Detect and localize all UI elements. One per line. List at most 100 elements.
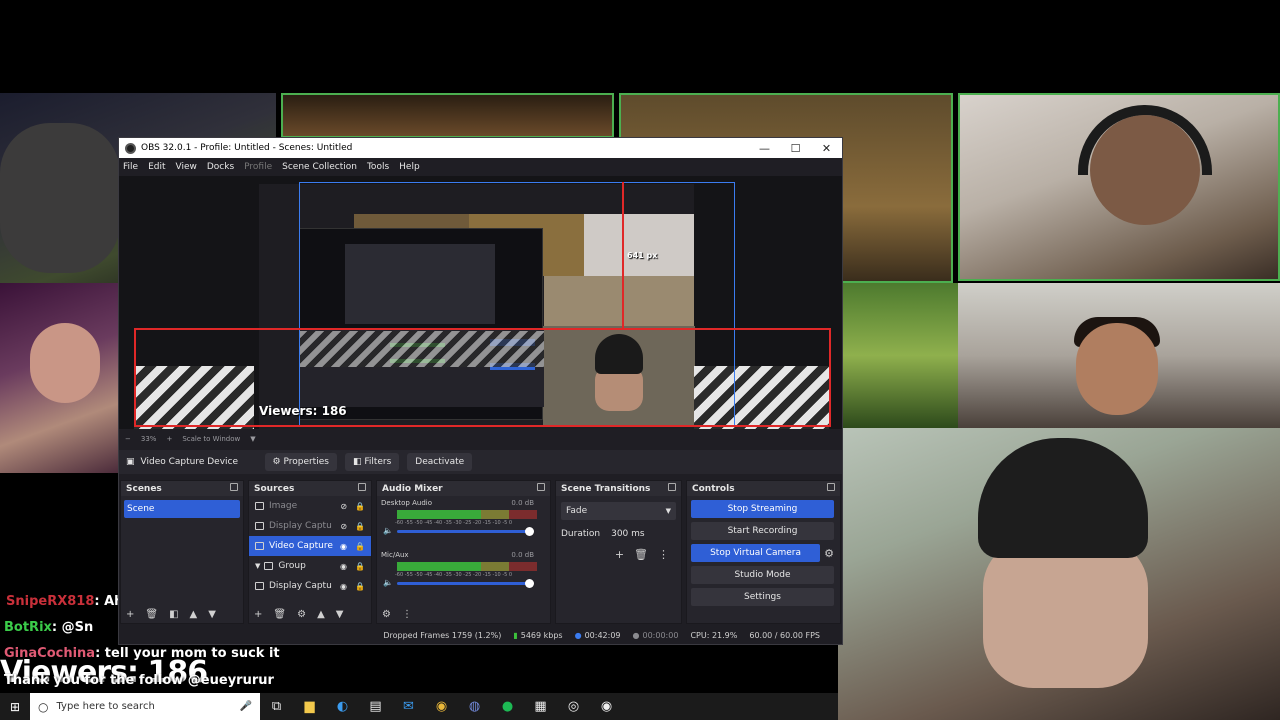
more-icon[interactable]: ⋮ bbox=[402, 609, 412, 620]
chevron-down-icon[interactable]: ▼ bbox=[250, 435, 255, 443]
lock-icon[interactable]: 🔒 bbox=[355, 502, 365, 511]
store-icon[interactable]: ▤ bbox=[359, 699, 392, 714]
filter-icon: ◧ bbox=[352, 457, 365, 467]
gear-icon[interactable]: ⚙ bbox=[382, 609, 391, 620]
lock-icon[interactable]: 🔒 bbox=[355, 582, 365, 591]
trash-icon[interactable]: 🗑 bbox=[273, 609, 286, 620]
speaker-icon[interactable]: 🔈 bbox=[383, 578, 393, 587]
gear-icon[interactable]: ⚙ bbox=[824, 547, 834, 560]
transition-select[interactable]: Fade ▼ bbox=[561, 502, 676, 520]
eye-hidden-icon[interactable]: ⊘ bbox=[340, 522, 347, 531]
source-row-selected[interactable]: Video Capture ◉ 🔒 bbox=[249, 536, 371, 556]
source-row[interactable]: Display Captu ⊘ 🔒 bbox=[249, 516, 371, 536]
menu-docks[interactable]: Docks bbox=[207, 162, 234, 172]
lock-icon[interactable]: 🔒 bbox=[355, 522, 365, 531]
settings-button[interactable]: Settings bbox=[691, 588, 834, 606]
dock-menu-icon[interactable] bbox=[230, 483, 238, 491]
person-silhouette bbox=[30, 323, 100, 403]
eye-icon[interactable]: ◉ bbox=[340, 542, 347, 551]
trash-icon[interactable]: 🗑 bbox=[145, 609, 158, 620]
up-icon[interactable]: ▲ bbox=[190, 609, 198, 620]
app-icon[interactable]: ◉ bbox=[590, 699, 623, 714]
eye-icon[interactable]: ◉ bbox=[340, 582, 347, 591]
lock-icon[interactable]: 🔒 bbox=[355, 562, 365, 571]
add-icon[interactable]: + bbox=[126, 609, 134, 620]
filter-icon[interactable]: ◧ bbox=[169, 609, 178, 620]
filters-button[interactable]: ◧ Filters bbox=[344, 453, 400, 471]
gear-icon[interactable]: ⚙ bbox=[297, 609, 306, 620]
dock-header: Scenes bbox=[121, 481, 243, 496]
down-icon[interactable]: ▼ bbox=[208, 609, 216, 620]
title-bar[interactable]: OBS 32.0.1 - Profile: Untitled - Scenes:… bbox=[119, 138, 842, 158]
maximize-button[interactable]: ☐ bbox=[780, 142, 811, 155]
taskbar-search[interactable]: ○ Type here to search 🎤 bbox=[30, 693, 260, 720]
menu-view[interactable]: View bbox=[176, 162, 197, 172]
source-row[interactable]: ▼ Group ◉ 🔒 bbox=[249, 556, 371, 576]
dock-menu-icon[interactable] bbox=[668, 483, 676, 491]
mail-icon[interactable]: ✉ bbox=[392, 699, 425, 714]
properties-button[interactable]: ⚙ Properties bbox=[264, 453, 337, 471]
dock-menu-icon[interactable] bbox=[537, 483, 545, 491]
dock-menu-icon[interactable] bbox=[358, 483, 366, 491]
close-button[interactable]: ✕ bbox=[811, 142, 842, 155]
trash-icon[interactable]: 🗑 bbox=[634, 548, 648, 561]
slider-handle[interactable] bbox=[525, 527, 534, 536]
menu-tools[interactable]: Tools bbox=[367, 162, 389, 172]
obs-icon[interactable]: ◎ bbox=[557, 699, 590, 714]
channel-db: 0.0 dB bbox=[511, 499, 534, 507]
spotify-icon[interactable]: ● bbox=[491, 699, 524, 714]
chevron-down-icon[interactable]: ▼ bbox=[255, 562, 260, 570]
obs-window[interactable]: OBS 32.0.1 - Profile: Untitled - Scenes:… bbox=[118, 137, 843, 645]
source-row[interactable]: Display Captu ◉ 🔒 bbox=[249, 576, 371, 596]
menu-help[interactable]: Help bbox=[399, 162, 420, 172]
edge-icon[interactable]: ◐ bbox=[326, 699, 359, 714]
transition-tools: + 🗑 ⋮ bbox=[556, 548, 681, 561]
down-icon[interactable]: ▼ bbox=[336, 609, 344, 620]
menu-edit[interactable]: Edit bbox=[148, 162, 165, 172]
menu-scene-collection[interactable]: Scene Collection bbox=[282, 162, 357, 172]
start-recording-button[interactable]: Start Recording bbox=[691, 522, 834, 540]
scene-item[interactable]: Scene bbox=[124, 500, 240, 518]
microphone-icon[interactable]: 🎤 bbox=[240, 701, 252, 712]
signal-icon: ▮ bbox=[513, 630, 518, 640]
search-placeholder: Type here to search bbox=[56, 701, 155, 712]
zoom-in-icon[interactable]: + bbox=[166, 435, 172, 443]
task-view-icon[interactable]: ⧉ bbox=[260, 699, 293, 714]
stop-streaming-button[interactable]: Stop Streaming bbox=[691, 500, 834, 518]
discord-icon[interactable]: ◍ bbox=[458, 699, 491, 714]
file-explorer-icon[interactable]: ▆ bbox=[293, 699, 326, 714]
deactivate-button[interactable]: Deactivate bbox=[407, 453, 473, 471]
dock-title: Audio Mixer bbox=[382, 483, 443, 494]
app-icon[interactable]: ▦ bbox=[524, 699, 557, 714]
eye-hidden-icon[interactable]: ⊘ bbox=[340, 502, 347, 511]
dock-footer: ⚙ ⋮ bbox=[377, 605, 550, 623]
mixer-channel: Mic/Aux 0.0 dB -60 -55 -50 -45 -40 -35 -… bbox=[377, 548, 550, 600]
lock-icon[interactable]: 🔒 bbox=[355, 542, 365, 551]
source-row[interactable]: Image ⊘ 🔒 bbox=[249, 496, 371, 516]
selected-source-box[interactable] bbox=[134, 328, 831, 427]
scale-mode[interactable]: Scale to Window bbox=[182, 435, 240, 443]
more-icon[interactable]: ⋮ bbox=[658, 548, 669, 561]
add-icon[interactable]: + bbox=[254, 609, 262, 620]
dock-title: Sources bbox=[254, 483, 295, 494]
display-icon bbox=[255, 582, 264, 590]
studio-mode-button[interactable]: Studio Mode bbox=[691, 566, 834, 584]
minimize-button[interactable]: — bbox=[749, 142, 780, 155]
menu-profile[interactable]: Profile bbox=[244, 162, 272, 172]
windows-start-icon[interactable]: ⊞ bbox=[0, 700, 30, 714]
slider-handle[interactable] bbox=[525, 579, 534, 588]
dock-menu-icon[interactable] bbox=[827, 483, 835, 491]
zoom-out-icon[interactable]: − bbox=[125, 435, 131, 443]
eye-icon[interactable]: ◉ bbox=[340, 562, 347, 571]
duration-input[interactable]: 300 ms bbox=[608, 526, 658, 542]
volume-slider[interactable] bbox=[397, 527, 534, 536]
stop-virtual-camera-button[interactable]: Stop Virtual Camera bbox=[691, 544, 821, 562]
volume-slider[interactable] bbox=[397, 579, 534, 588]
chrome-icon[interactable]: ◉ bbox=[425, 699, 458, 714]
menu-file[interactable]: File bbox=[123, 162, 138, 172]
up-icon[interactable]: ▲ bbox=[317, 609, 325, 620]
webcam-tile-5 bbox=[0, 283, 120, 473]
add-icon[interactable]: + bbox=[615, 548, 624, 561]
speaker-icon[interactable]: 🔈 bbox=[383, 526, 393, 535]
preview-canvas[interactable]: 641 px Viewers: 186 bbox=[119, 176, 842, 429]
